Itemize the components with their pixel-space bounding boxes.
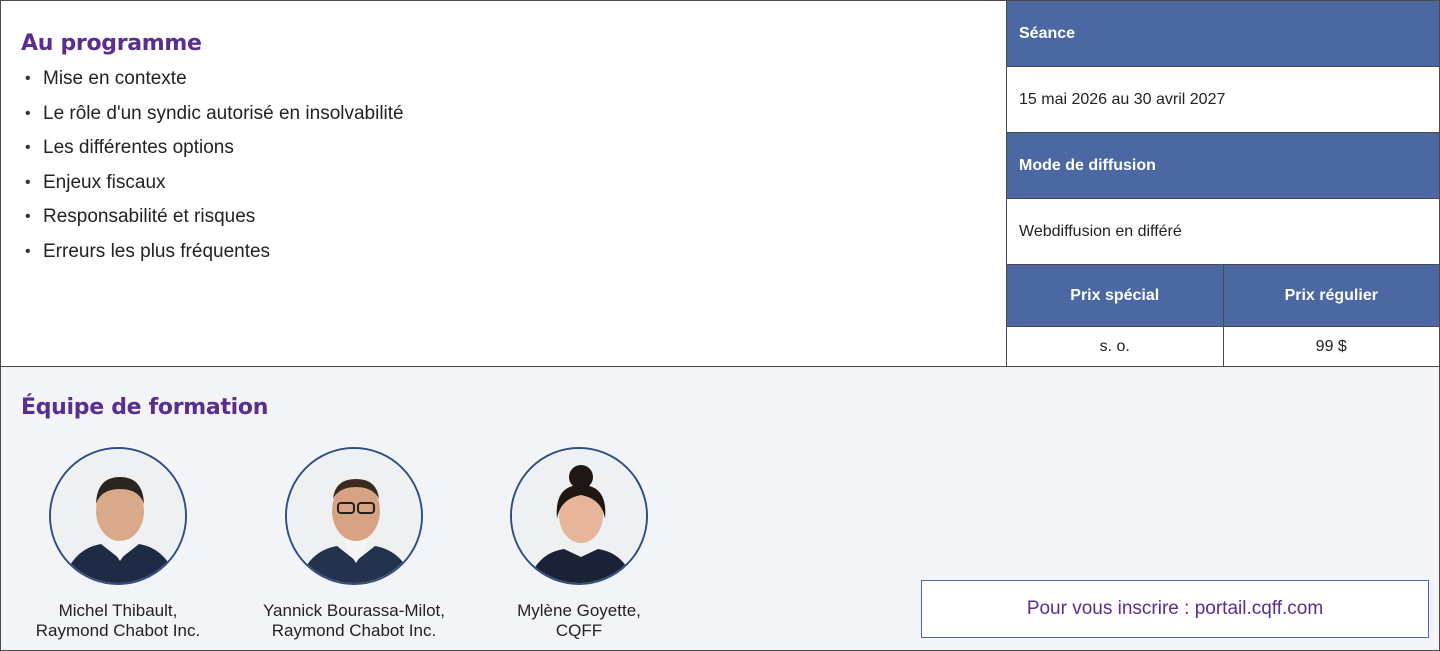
list-item: • Enjeux fiscaux [21,166,1006,201]
team-member: Mylène Goyette, CQFF [469,447,689,641]
member-name: Yannick Bourassa-Milot, Raymond Chabot I… [262,601,446,640]
session-header: Séance [1007,1,1439,67]
bullet-icon: • [25,173,31,191]
member-name: Mylène Goyette, CQFF [517,601,641,640]
list-item: • Les différentes options [21,131,1006,166]
program-list: • Mise en contexte • Le rôle d'un syndic a… [21,62,1006,269]
program-section: Au programme • Mise en contexte • Le rôle … [1,1,1007,366]
team-member: Michel Thibault, Raymond Chabot Inc. [8,447,228,641]
person-icon [287,449,421,583]
bullet-icon: • [25,208,31,225]
session-details: Séance 15 mai 2026 au 30 avril 2027 Mode… [1007,1,1439,366]
avatar [49,447,187,585]
team-title: Équipe de formation [21,395,269,420]
special-price-label: Prix spécial [1007,265,1223,326]
avatar [510,447,648,585]
list-item: • Le rôle d'un syndic autorisé en insolva… [21,97,1006,132]
team-member: Yannick Bourassa-Milot, Raymond Chabot I… [244,447,464,641]
regular-price-label: Prix régulier [1222,265,1439,326]
regular-price-value: 99 $ [1222,327,1440,366]
list-item: • Erreurs les plus fréquentes [21,235,1006,270]
bullet-icon: • [25,104,31,122]
session-dates: 15 mai 2026 au 30 avril 2027 [1007,67,1439,133]
avatar [285,447,423,585]
person-icon [51,449,185,583]
bullet-icon: • [25,139,31,156]
person-icon [512,449,646,583]
team-section: Équipe de formation Michel Thibault, Ray… [0,366,1440,651]
bullet-icon: • [25,242,31,260]
price-header-row: Prix spécial Prix régulier [1007,265,1439,327]
special-price-value: s. o. [1099,337,1130,355]
register-link-button[interactable]: Pour vous inscrire : portail.cqff.com [921,580,1429,638]
course-info-panel: Au programme • Mise en contexte • Le rôle … [0,0,1440,367]
list-item: • Mise en contexte [21,62,1006,97]
member-name: Michel Thibault, Raymond Chabot Inc. [35,601,201,640]
price-value-row: s. o. 99 $ [1007,327,1439,366]
mode-value: Webdiffusion en différé [1007,199,1439,265]
bullet-icon: • [25,70,31,87]
mode-header: Mode de diffusion [1007,133,1439,199]
program-title: Au programme [21,31,202,56]
list-item: • Responsabilité et risques [21,200,1006,235]
